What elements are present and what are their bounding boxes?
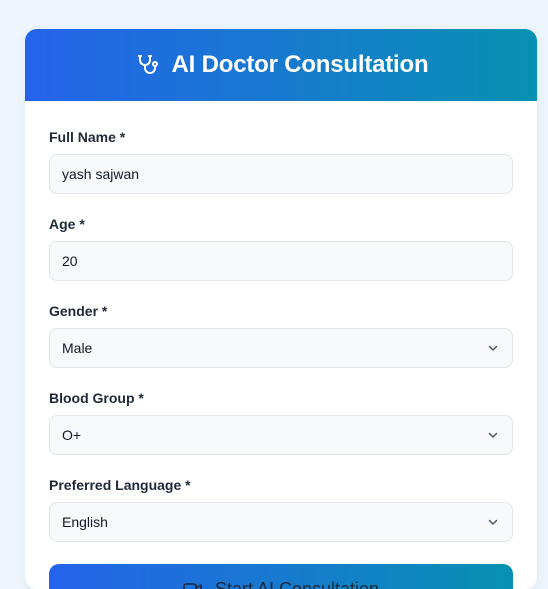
blood-group-field: Blood Group * O+	[49, 390, 513, 455]
language-value: English	[62, 514, 108, 530]
page-title: AI Doctor Consultation	[172, 51, 429, 79]
blood-group-label: Blood Group *	[49, 390, 513, 407]
language-label: Preferred Language *	[49, 477, 513, 494]
age-field: Age * 20	[49, 216, 513, 281]
age-value: 20	[62, 253, 78, 269]
chevron-down-icon	[486, 428, 500, 442]
chevron-down-icon	[486, 341, 500, 355]
gender-field: Gender * Male	[49, 303, 513, 368]
video-camera-icon	[183, 581, 203, 589]
language-field: Preferred Language * English	[49, 477, 513, 542]
full-name-label: Full Name *	[49, 129, 513, 146]
gender-value: Male	[62, 340, 92, 356]
gender-label: Gender *	[49, 303, 513, 320]
full-name-input[interactable]: yash sajwan	[49, 154, 513, 194]
blood-group-value: O+	[62, 427, 81, 443]
card-header: AI Doctor Consultation	[25, 29, 537, 101]
gender-select[interactable]: Male	[49, 328, 513, 368]
start-consultation-button[interactable]: Start AI Consultation	[49, 564, 513, 589]
patient-form: Full Name * yash sajwan Age * 20 Gender …	[25, 101, 537, 589]
age-label: Age *	[49, 216, 513, 233]
start-consultation-label: Start AI Consultation	[215, 579, 379, 589]
consultation-card: AI Doctor Consultation Full Name * yash …	[25, 29, 537, 589]
language-select[interactable]: English	[49, 502, 513, 542]
full-name-field: Full Name * yash sajwan	[49, 129, 513, 194]
age-input[interactable]: 20	[49, 241, 513, 281]
chevron-down-icon	[486, 515, 500, 529]
full-name-value: yash sajwan	[62, 166, 139, 182]
stethoscope-icon	[134, 52, 160, 78]
blood-group-select[interactable]: O+	[49, 415, 513, 455]
